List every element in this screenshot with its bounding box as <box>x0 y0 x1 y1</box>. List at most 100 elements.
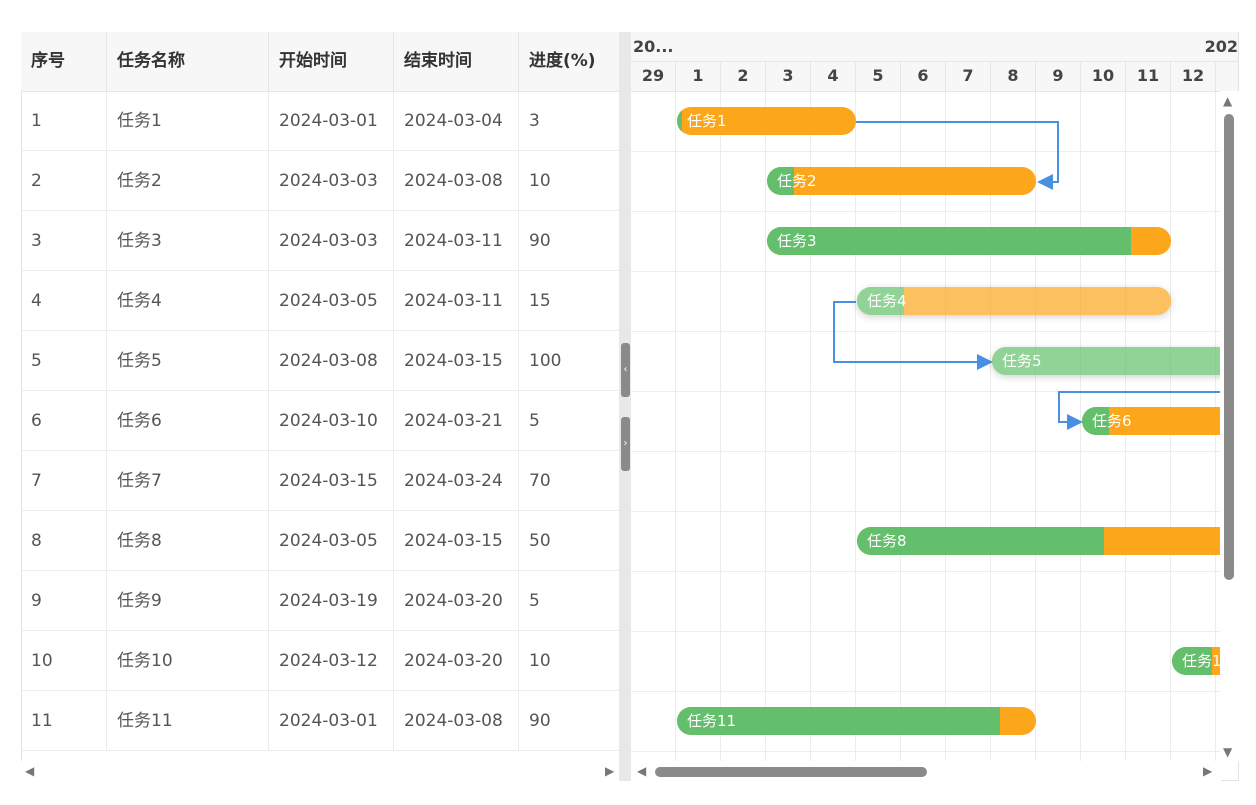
table-row[interactable]: 6 任务6 2024-03-10 2024-03-21 5 <box>21 391 619 451</box>
task-bar-label: 任务2 <box>777 172 817 190</box>
cell-task-name: 任务6 <box>107 391 269 451</box>
cell-start-time: 2024-03-01 <box>269 91 394 151</box>
cell-progress: 10 <box>529 651 551 671</box>
cell-index: 11 <box>21 691 107 751</box>
cell-task-name: 任务4 <box>107 271 269 331</box>
cell-task-name: 任务5 <box>107 331 269 391</box>
gantt-horizontal-thumb[interactable] <box>655 767 927 777</box>
task-bar[interactable]: 任务11 <box>677 707 1036 735</box>
scroll-left-icon[interactable]: ◀ <box>25 761 34 781</box>
task-bar[interactable]: 任务8 <box>857 527 1238 555</box>
task-bar-label: 任务8 <box>867 532 907 550</box>
cell-task-name: 任务2 <box>107 151 269 211</box>
table-row[interactable]: 2 任务2 2024-03-03 2024-03-08 10 <box>21 151 619 211</box>
table-row[interactable]: 3 任务3 2024-03-03 2024-03-11 90 <box>21 211 619 271</box>
header-start-time[interactable]: 开始时间 <box>269 32 394 91</box>
gantt-chart: 20... 202 29 1 2 3 4 5 6 7 8 9 10 11 12 任务1 任务2 任务3 任务4… <box>631 32 1238 761</box>
cell-index: 2 <box>21 151 107 211</box>
cell-end-time: 2024-03-08 <box>394 151 519 211</box>
cell-task-name: 任务11 <box>107 691 269 751</box>
collapse-left-button[interactable]: ‹ <box>621 343 630 397</box>
task-bar-progress <box>767 227 1131 255</box>
cell-end-time: 2024-03-20 <box>394 571 519 631</box>
cell-progress: 5 <box>529 591 540 611</box>
cell-progress: 10 <box>529 171 551 191</box>
cell-task-name: 任务3 <box>107 211 269 271</box>
task-bar[interactable]: 任务6 <box>1082 407 1238 435</box>
table-row[interactable]: 7 任务7 2024-03-15 2024-03-24 70 <box>21 451 619 511</box>
header-end-time[interactable]: 结束时间 <box>394 32 519 91</box>
cell-progress: 5 <box>529 411 540 431</box>
cell-start-time: 2024-03-03 <box>269 151 394 211</box>
task-bar[interactable]: 任务3 <box>767 227 1171 255</box>
cell-end-time: 2024-03-15 <box>394 331 519 391</box>
task-bar[interactable]: 任务4 <box>857 287 1171 315</box>
cell-end-time: 2024-03-20 <box>394 631 519 691</box>
cell-progress: 70 <box>529 471 551 491</box>
table-row[interactable]: 11 任务11 2024-03-01 2024-03-08 90 <box>21 691 619 751</box>
cell-start-time: 2024-03-05 <box>269 271 394 331</box>
table-row[interactable]: 5 任务5 2024-03-08 2024-03-15 100 <box>21 331 619 391</box>
cell-start-time: 2024-03-15 <box>269 451 394 511</box>
cell-end-time: 2024-03-11 <box>394 271 519 331</box>
header-task-name[interactable]: 任务名称 <box>107 32 269 91</box>
table-row[interactable]: 9 任务9 2024-03-19 2024-03-20 5 <box>21 571 619 631</box>
table-row[interactable]: 10 任务10 2024-03-12 2024-03-20 10 <box>21 631 619 691</box>
cell-task-name: 任务10 <box>107 631 269 691</box>
task-bar[interactable]: 任务2 <box>767 167 1036 195</box>
task-bar[interactable]: 任务5 <box>992 347 1238 375</box>
cell-end-time: 2024-03-11 <box>394 211 519 271</box>
cell-progress: 15 <box>529 291 551 311</box>
task-bar-progress <box>677 107 683 135</box>
header-progress[interactable]: 进度(%) <box>519 32 619 91</box>
cell-task-name: 任务1 <box>107 91 269 151</box>
cell-end-time: 2024-03-24 <box>394 451 519 511</box>
scroll-right-icon[interactable]: ▶ <box>605 761 614 781</box>
task-bar-label: 任务6 <box>1092 412 1132 430</box>
cell-end-time: 2024-03-08 <box>394 691 519 751</box>
cell-index: 7 <box>21 451 107 511</box>
cell-start-time: 2024-03-05 <box>269 511 394 571</box>
cell-progress: 50 <box>529 531 551 551</box>
cell-index: 1 <box>21 91 107 151</box>
cell-progress: 90 <box>529 711 551 731</box>
table-row[interactable]: 1 任务1 2024-03-01 2024-03-04 3 <box>21 91 619 151</box>
table-row[interactable]: 4 任务4 2024-03-05 2024-03-11 15 <box>21 271 619 331</box>
cell-progress: 100 <box>529 351 562 371</box>
cell-start-time: 2024-03-10 <box>269 391 394 451</box>
gantt-horizontal-scrollbar[interactable]: ◀ ▶ <box>631 761 1221 781</box>
task-bar-label: 任务4 <box>867 292 907 310</box>
dependency-links <box>833 121 1238 430</box>
cell-end-time: 2024-03-15 <box>394 511 519 571</box>
cell-index: 5 <box>21 331 107 391</box>
cell-start-time: 2024-03-12 <box>269 631 394 691</box>
scroll-down-icon[interactable]: ▼ <box>1223 742 1232 762</box>
gantt-scroll-right-icon[interactable]: ▶ <box>1203 761 1212 781</box>
panel-splitter[interactable] <box>619 32 631 781</box>
task-bar-label: 任务3 <box>777 232 817 250</box>
task-table: 序号 任务名称 开始时间 结束时间 进度(%) 1 任务1 2024-03-01 20… <box>21 32 619 761</box>
cell-start-time: 2024-03-08 <box>269 331 394 391</box>
gantt-vertical-scrollbar[interactable]: ▲ ▼ <box>1220 91 1239 761</box>
cell-progress: 90 <box>529 231 551 251</box>
task-bar[interactable]: 任务1 <box>677 107 856 135</box>
gantt-scroll-left-icon[interactable]: ◀ <box>637 761 646 781</box>
task-bar-label: 任务1 <box>687 112 727 130</box>
cell-progress: 3 <box>529 111 540 131</box>
cell-task-name: 任务9 <box>107 571 269 631</box>
cell-task-name: 任务8 <box>107 511 269 571</box>
cell-start-time: 2024-03-01 <box>269 691 394 751</box>
task-bar-label: 任务11 <box>687 712 737 730</box>
header-index[interactable]: 序号 <box>21 32 107 91</box>
cell-end-time: 2024-03-21 <box>394 391 519 451</box>
cell-index: 6 <box>21 391 107 451</box>
gantt-vertical-thumb[interactable] <box>1224 114 1234 580</box>
cell-index: 10 <box>21 631 107 691</box>
task-bar-label: 任务5 <box>1002 352 1042 370</box>
cell-index: 3 <box>21 211 107 271</box>
expand-right-button[interactable]: › <box>621 417 630 471</box>
scroll-up-icon[interactable]: ▲ <box>1223 91 1232 111</box>
cell-index: 8 <box>21 511 107 571</box>
table-row[interactable]: 8 任务8 2024-03-05 2024-03-15 50 <box>21 511 619 571</box>
table-horizontal-scrollbar[interactable]: ◀ ▶ <box>21 761 619 781</box>
